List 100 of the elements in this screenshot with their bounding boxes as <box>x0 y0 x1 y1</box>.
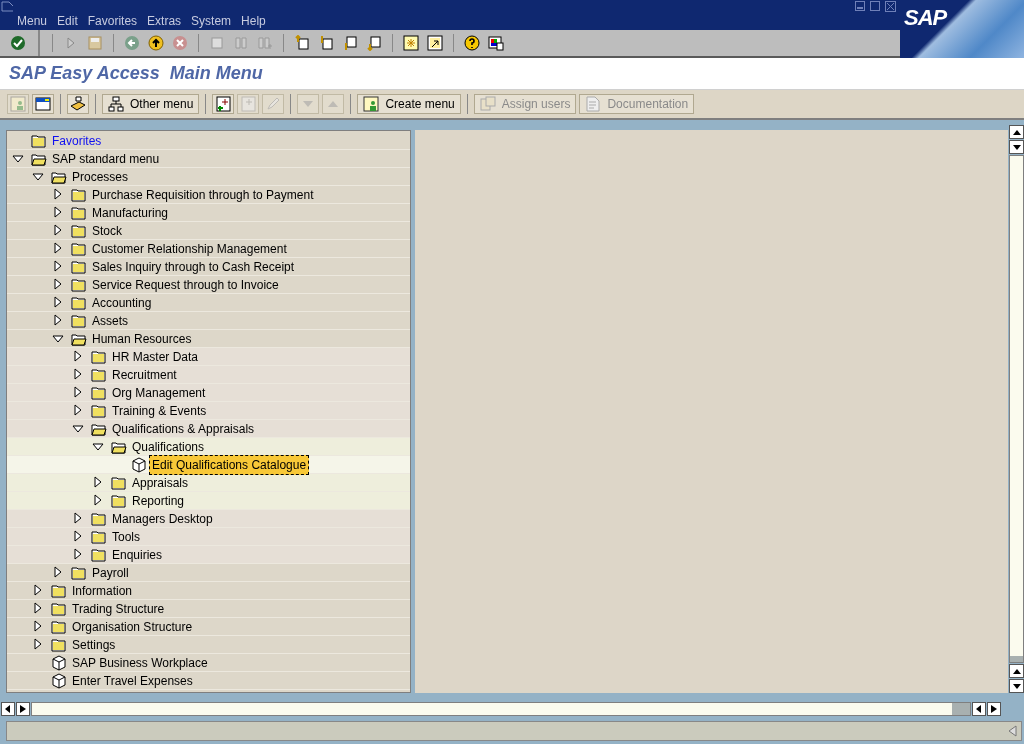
folder-icon <box>71 222 87 239</box>
folder-icon <box>71 276 87 293</box>
close-icon[interactable] <box>885 1 896 12</box>
triangle-up-icon <box>1012 129 1021 135</box>
vertical-scrollbar[interactable] <box>1009 155 1024 663</box>
exit-icon[interactable] <box>148 35 164 51</box>
folder-icon <box>111 492 127 509</box>
tree-item[interactable]: Tools <box>109 526 143 547</box>
enter-icon[interactable] <box>10 35 26 51</box>
restore-button[interactable] <box>870 1 880 11</box>
folder-icon <box>51 582 67 599</box>
next-page-icon[interactable] <box>342 35 358 51</box>
folder-icon <box>91 348 107 365</box>
folder-icon <box>71 312 87 329</box>
tree-item[interactable]: Edit Qualifications Catalogue <box>149 454 310 475</box>
tree-item[interactable]: Reporting <box>129 490 188 511</box>
add-favorite-icon <box>215 96 232 112</box>
tree-item[interactable]: Accounting <box>89 292 155 313</box>
back-icon[interactable] <box>124 35 140 51</box>
help-icon[interactable] <box>464 35 480 51</box>
last-page-icon[interactable] <box>366 35 382 51</box>
window-icon <box>35 96 51 112</box>
triangle-up-icon <box>1012 668 1021 674</box>
triangle-left-icon <box>5 705 11 713</box>
menu-item[interactable]: Menu <box>12 12 53 30</box>
folder-icon <box>51 618 67 635</box>
tree-item[interactable]: Stock <box>89 220 125 241</box>
tree-item[interactable]: Payroll <box>89 562 132 583</box>
triangle-down-icon <box>1012 683 1021 689</box>
folder-icon <box>71 186 87 203</box>
folder-icon <box>71 564 87 581</box>
pencil-icon <box>265 96 282 112</box>
scroll-right-button[interactable] <box>16 702 30 716</box>
folder-icon <box>91 402 107 419</box>
folder-icon <box>91 384 107 401</box>
folder-icon <box>71 258 87 275</box>
menu-item[interactable]: Favorites <box>82 12 143 30</box>
minimize-button[interactable] <box>855 1 865 11</box>
users-icon <box>479 96 496 112</box>
toolbar-button[interactable]: Other menu <box>102 94 200 114</box>
triangle-left-icon <box>976 705 982 713</box>
scroll-up-button[interactable] <box>1009 664 1024 678</box>
triangle-right-icon <box>20 705 26 713</box>
tree-item[interactable]: Enter Travel Expenses <box>69 670 196 691</box>
tree-item[interactable]: Processes <box>69 166 132 187</box>
tree-item[interactable]: Appraisals <box>129 472 192 493</box>
box-button[interactable] <box>67 94 89 114</box>
folder-icon <box>91 366 107 383</box>
layout-icon[interactable] <box>488 35 504 51</box>
sap-logo: SAP <box>900 0 1024 58</box>
scroll-down-button[interactable] <box>1009 679 1024 693</box>
tree-item[interactable]: Assets <box>89 310 131 331</box>
scroll-left-button[interactable] <box>1 702 15 716</box>
cancel-icon[interactable] <box>172 35 188 51</box>
menu-item[interactable]: Extras <box>142 12 187 30</box>
tree-item[interactable]: Service Request through to Invoice <box>89 274 282 295</box>
toolbar-button[interactable]: Create menu <box>357 94 461 114</box>
scroll-right-button[interactable] <box>987 702 1001 716</box>
triangle-right-icon <box>991 705 997 713</box>
tree-item[interactable]: Manufacturing <box>89 202 172 223</box>
horizontal-scrollbar[interactable] <box>31 702 971 716</box>
tree-item[interactable]: Sales Inquiry through to Cash Receipt <box>89 256 298 277</box>
tree-item[interactable]: Purchase Requisition through to Payment <box>89 184 317 205</box>
delete-favorite-icon <box>240 96 257 112</box>
box-icon <box>70 96 86 112</box>
previous-page-icon[interactable] <box>318 35 334 51</box>
shortcut-icon[interactable] <box>427 35 443 51</box>
window-menu-icon[interactable] <box>1 1 14 12</box>
folder-icon <box>71 294 87 311</box>
tree-item[interactable]: SAP Business Workplace <box>69 652 211 673</box>
tree-item[interactable]: Information <box>69 580 136 601</box>
menu-item[interactable]: Edit <box>52 12 83 30</box>
triangle-left-icon[interactable] <box>1008 725 1017 737</box>
user-icon <box>363 96 380 112</box>
folder-icon <box>111 474 127 491</box>
tree-item[interactable]: Favorites <box>49 131 105 151</box>
tree-item[interactable]: Customer Relationship Management <box>89 238 290 259</box>
hierarchy-icon <box>108 96 124 112</box>
folder-icon <box>71 240 87 257</box>
tree-item[interactable]: Trading Structure <box>69 598 168 619</box>
tree-item[interactable]: Human Resources <box>89 328 195 349</box>
tree-item[interactable]: Settings <box>69 634 119 655</box>
new-session-icon[interactable] <box>403 35 419 51</box>
first-page-icon[interactable] <box>294 35 310 51</box>
folder-icon <box>71 204 87 221</box>
menu-item[interactable]: System <box>186 12 237 30</box>
menu-item[interactable]: Help <box>236 12 271 30</box>
scroll-left-button[interactable] <box>972 702 986 716</box>
scroll-down-button[interactable] <box>1009 140 1024 154</box>
folder-icon <box>91 510 107 527</box>
tree-item[interactable]: Organisation Structure <box>69 616 196 637</box>
folder-icon <box>51 600 67 617</box>
window-button[interactable] <box>32 94 54 114</box>
add-favorite-button[interactable] <box>212 94 235 114</box>
tree-item[interactable]: Enquiries <box>109 544 166 565</box>
tree-item[interactable]: SAP standard menu <box>49 148 163 169</box>
scroll-up-button[interactable] <box>1009 125 1024 139</box>
folder-icon <box>51 636 67 653</box>
cube-icon <box>131 456 147 473</box>
cube-icon <box>51 654 67 671</box>
